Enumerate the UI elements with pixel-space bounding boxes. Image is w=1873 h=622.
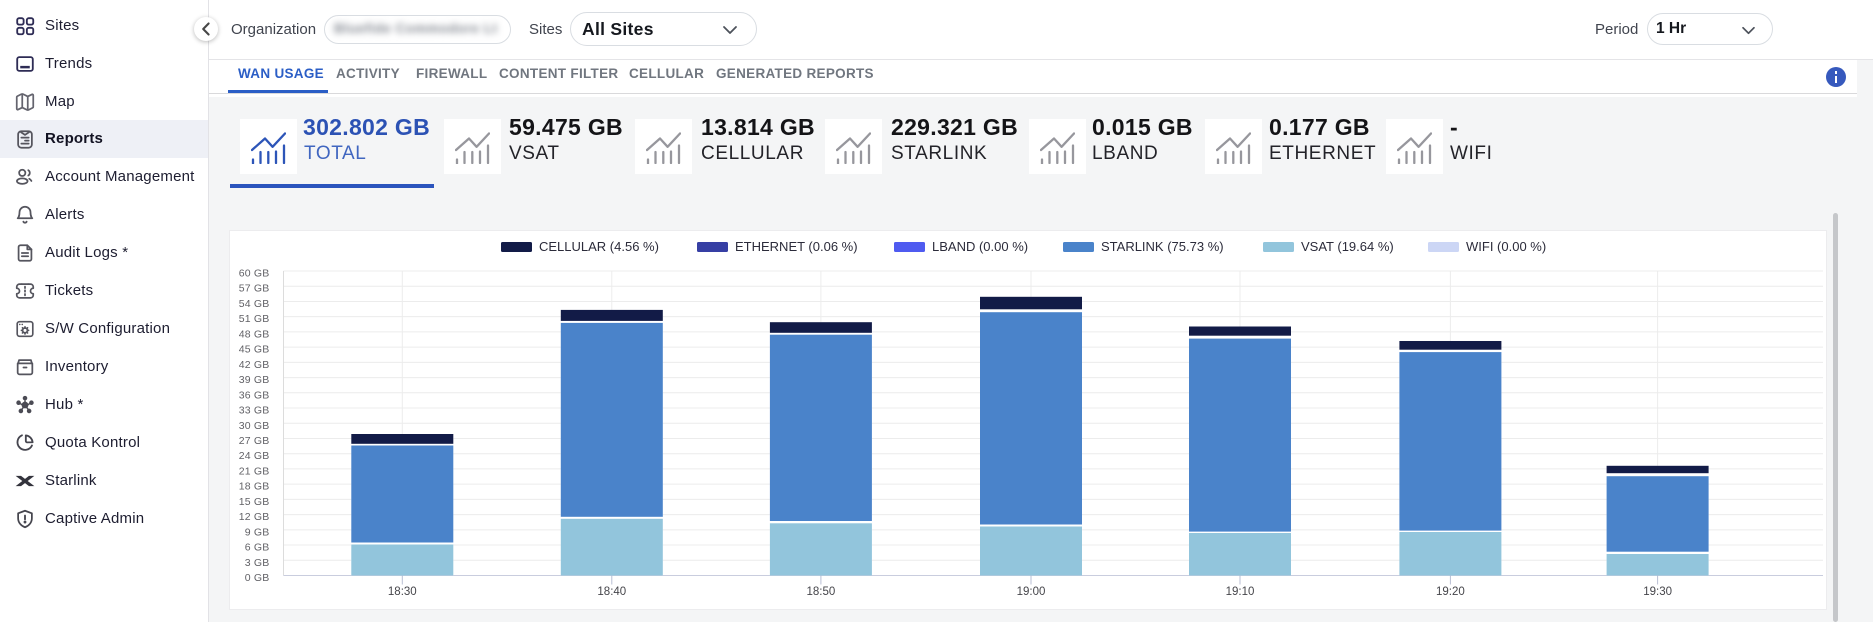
svg-text:3 GB: 3 GB — [245, 557, 270, 569]
svg-text:15 GB: 15 GB — [239, 496, 270, 508]
svg-text:19:00: 19:00 — [1017, 586, 1046, 598]
svg-text:9 GB: 9 GB — [245, 526, 270, 538]
svg-text:39 GB: 39 GB — [239, 374, 270, 386]
svg-text:12 GB: 12 GB — [239, 511, 270, 523]
svg-text:60 GB: 60 GB — [239, 268, 270, 280]
svg-text:0 GB: 0 GB — [245, 572, 270, 584]
svg-text:51 GB: 51 GB — [239, 313, 270, 325]
svg-text:48 GB: 48 GB — [239, 328, 270, 340]
svg-text:30 GB: 30 GB — [239, 420, 270, 432]
svg-text:42 GB: 42 GB — [239, 359, 270, 371]
svg-text:19:10: 19:10 — [1226, 586, 1255, 598]
svg-text:19:20: 19:20 — [1436, 586, 1465, 598]
svg-text:57 GB: 57 GB — [239, 283, 270, 295]
svg-text:33 GB: 33 GB — [239, 405, 270, 417]
svg-text:18:40: 18:40 — [597, 586, 626, 598]
svg-text:18 GB: 18 GB — [239, 481, 270, 493]
svg-text:36 GB: 36 GB — [239, 389, 270, 401]
svg-text:18:30: 18:30 — [388, 586, 417, 598]
svg-text:6 GB: 6 GB — [245, 542, 270, 554]
svg-text:27 GB: 27 GB — [239, 435, 270, 447]
svg-text:45 GB: 45 GB — [239, 344, 270, 356]
svg-text:19:30: 19:30 — [1643, 586, 1672, 598]
svg-text:24 GB: 24 GB — [239, 450, 270, 462]
svg-text:18:50: 18:50 — [807, 586, 836, 598]
svg-text:54 GB: 54 GB — [239, 298, 270, 310]
svg-text:21 GB: 21 GB — [239, 465, 270, 477]
